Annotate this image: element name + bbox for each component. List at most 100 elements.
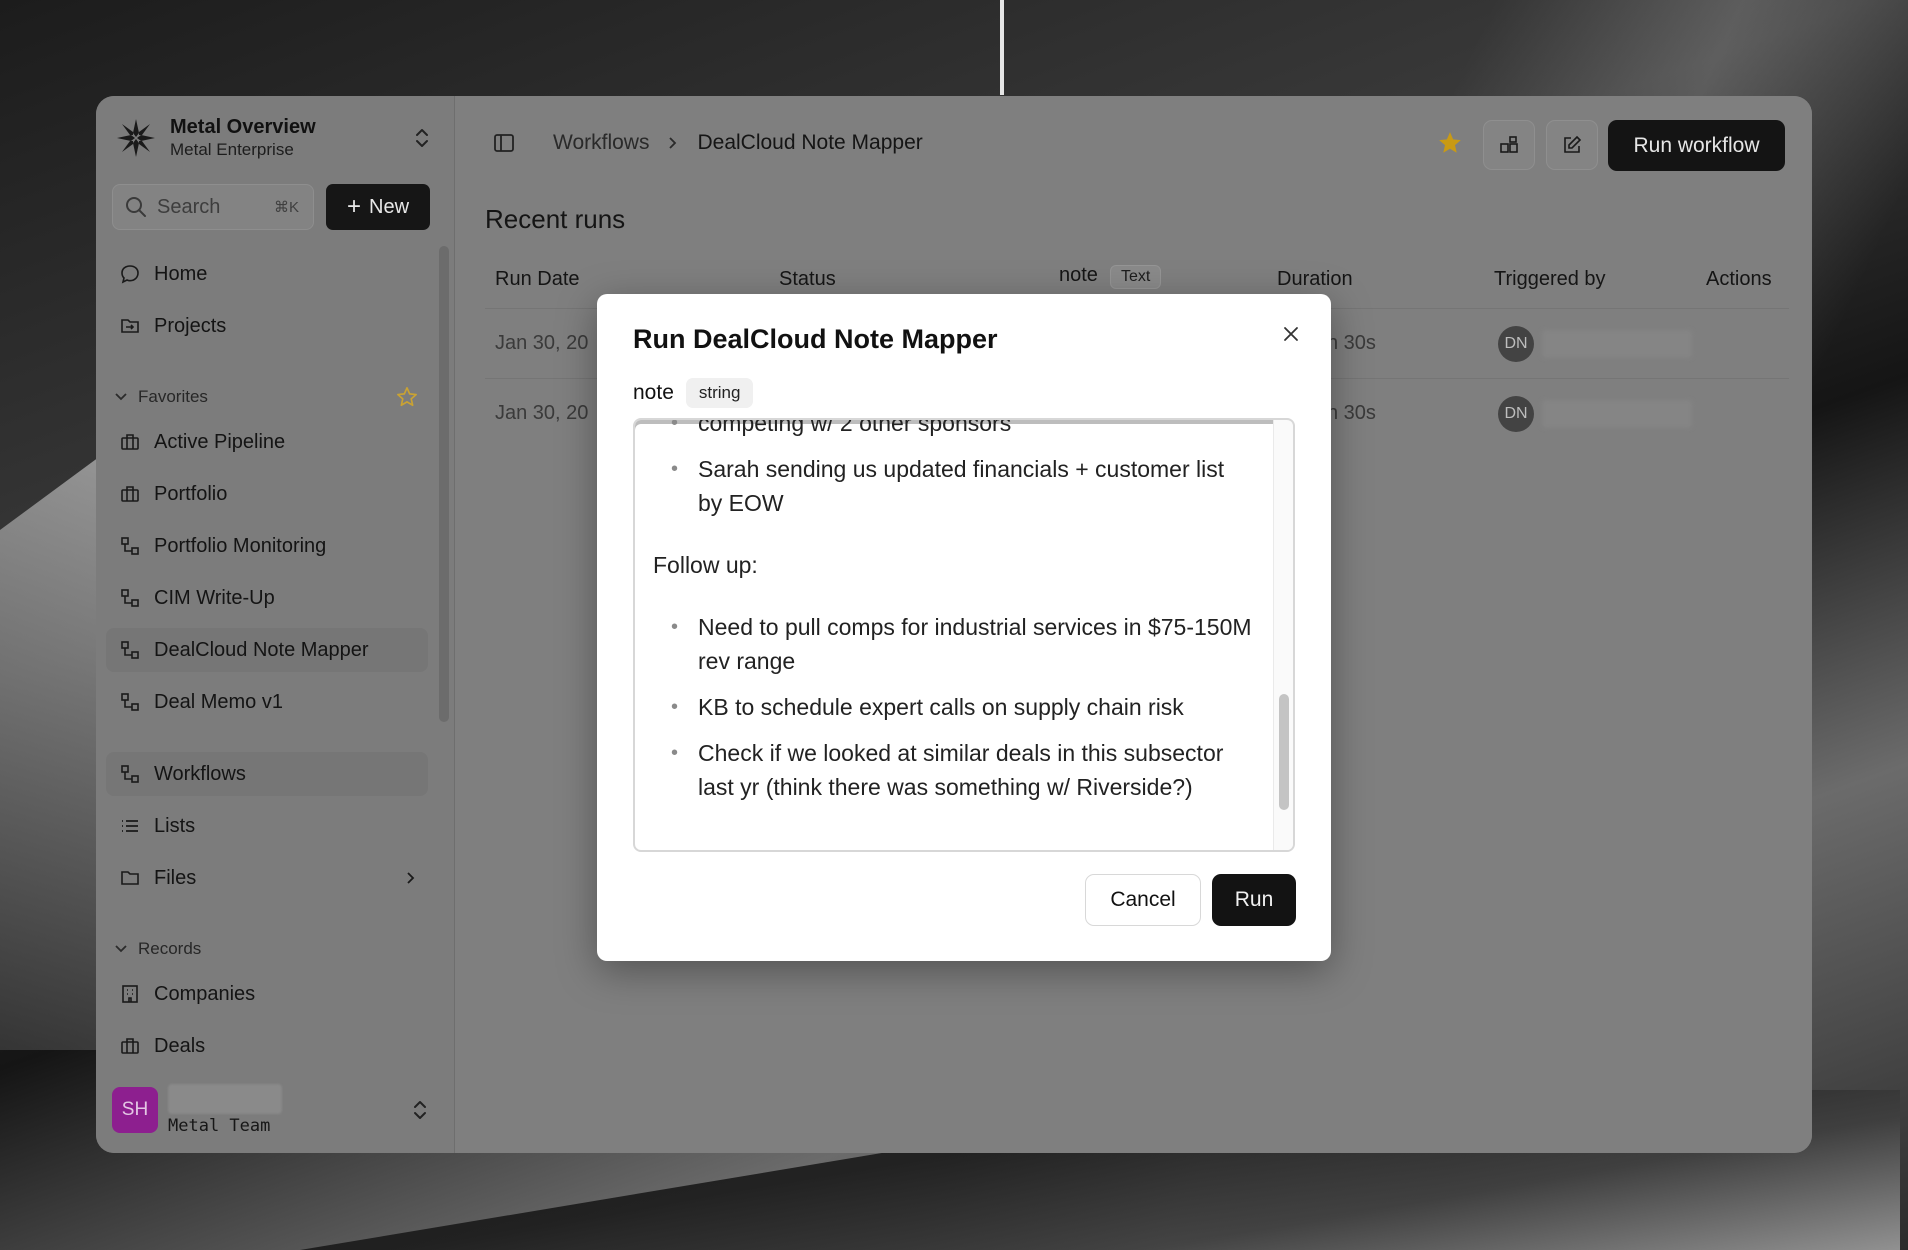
run-date-cell: Jan 30, 20 <box>495 402 589 424</box>
favorites-section-header[interactable]: Favorites <box>114 386 418 408</box>
list-item: Need to pull comps for industrial servic… <box>653 610 1253 678</box>
org-switcher[interactable]: Metal Overview Metal Enterprise <box>114 112 434 164</box>
col-note[interactable]: note Text <box>1059 264 1162 289</box>
col-note-type-badge: Text <box>1109 265 1162 289</box>
run-workflow-button[interactable]: Run workflow <box>1608 120 1785 171</box>
plus-icon: + <box>346 193 361 220</box>
pencil-square-icon <box>1564 135 1582 153</box>
col-status[interactable]: Status <box>779 268 836 291</box>
textarea-scrollbar-thumb[interactable] <box>1279 694 1289 810</box>
sidebar-item-active-pipeline[interactable]: Active Pipeline <box>106 420 428 464</box>
cancel-button[interactable]: Cancel <box>1085 874 1201 926</box>
widget-icon <box>1500 136 1518 153</box>
run-button[interactable]: Run <box>1212 874 1296 926</box>
folder-arrow-icon <box>120 316 140 336</box>
avatar: DN <box>1498 396 1534 432</box>
sidebar-item-portfolio[interactable]: Portfolio <box>106 472 428 516</box>
col-duration[interactable]: Duration <box>1277 268 1353 291</box>
edit-button[interactable] <box>1546 120 1598 170</box>
sidebar-item-label: Lists <box>154 814 196 837</box>
star-filled-icon[interactable] <box>1437 130 1463 161</box>
sidebar-item-workflows[interactable]: Workflows <box>106 752 428 796</box>
sidebar-item-label: Deals <box>154 1034 206 1057</box>
sidebar-item-deals[interactable]: Deals <box>106 1024 428 1068</box>
sidebar-item-label: Projects <box>154 314 227 337</box>
new-button-label: New <box>369 195 410 218</box>
share-button[interactable] <box>1483 120 1535 170</box>
breadcrumb: Workflows DealCloud Note Mapper <box>553 128 923 158</box>
breadcrumb-current: DealCloud Note Mapper <box>697 131 923 154</box>
sidebar-item-projects[interactable]: Projects <box>106 304 428 348</box>
workflow-icon <box>120 536 140 556</box>
col-triggered-by[interactable]: Triggered by <box>1494 268 1606 291</box>
breadcrumb-workflows[interactable]: Workflows <box>553 131 649 155</box>
chat-bubble-icon <box>120 264 140 284</box>
sidebar-item-label: Home <box>154 262 208 285</box>
note-textarea[interactable]: competing w/ 2 other sponsors Sarah send… <box>633 418 1295 852</box>
sidebar-item-label: Companies <box>154 982 256 1005</box>
chevron-right-icon <box>669 137 677 149</box>
search-icon <box>126 197 146 217</box>
briefcase-icon <box>120 1036 140 1056</box>
triggered-by-name-redacted <box>1542 400 1692 428</box>
search-label: Search <box>157 195 221 218</box>
sidebar-item-label: Active Pipeline <box>154 430 286 453</box>
chevron-down-icon <box>115 945 127 953</box>
user-team: Metal Team <box>168 1116 271 1136</box>
metal-logo-icon <box>114 116 158 160</box>
sidebar-item-portfolio-monitoring[interactable]: Portfolio Monitoring <box>106 524 428 568</box>
close-icon[interactable] <box>1277 320 1305 348</box>
list-item: KB to schedule expert calls on supply ch… <box>653 690 1253 724</box>
triggered-by-name-redacted <box>1542 330 1692 358</box>
sidebar-item-label: Workflows <box>154 762 246 785</box>
list-item: Check if we looked at similar deals in t… <box>653 736 1253 804</box>
star-outline-icon[interactable] <box>396 386 418 408</box>
sidebar-scrollbar[interactable] <box>439 246 449 722</box>
sidebar-item-label: Portfolio <box>154 482 228 505</box>
user-name-redacted <box>168 1084 282 1114</box>
list-item: competing w/ 2 other sponsors <box>653 420 1253 440</box>
records-label: Records <box>138 939 202 958</box>
chevron-down-icon <box>115 393 127 401</box>
favorites-label: Favorites <box>138 387 208 406</box>
search-input[interactable]: Search ⌘K <box>112 184 314 230</box>
sidebar-item-label: Files <box>154 866 197 889</box>
sidebar-toggle-icon[interactable] <box>493 132 515 159</box>
col-note-label: note <box>1059 264 1098 286</box>
field-name: note <box>633 381 674 404</box>
new-button[interactable]: + New <box>326 184 430 230</box>
chevron-up-down-icon[interactable] <box>410 124 434 152</box>
dialog-title: Run DealCloud Note Mapper <box>633 324 998 354</box>
building-icon <box>120 984 140 1004</box>
sidebar-item-dealcloud-note-mapper[interactable]: DealCloud Note Mapper <box>106 628 428 672</box>
list-icon <box>120 816 140 836</box>
run-date-cell: Jan 30, 20 <box>495 332 589 354</box>
sidebar-item-files[interactable]: Files <box>106 856 428 900</box>
sidebar-item-cim-write-up[interactable]: CIM Write-Up <box>106 576 428 620</box>
sidebar-item-label: DealCloud Note Mapper <box>154 638 369 661</box>
duration-cell: n 30s <box>1327 402 1376 424</box>
chevron-right-icon[interactable] <box>404 871 418 885</box>
workflow-icon <box>120 764 140 784</box>
follow-up-heading: Follow up: <box>653 552 758 578</box>
records-section-header[interactable]: Records <box>114 939 418 959</box>
sidebar-item-home[interactable]: Home <box>106 252 428 296</box>
field-label: note string <box>633 378 754 408</box>
sidebar-item-lists[interactable]: Lists <box>106 804 428 848</box>
list-item: Sarah sending us updated financials + cu… <box>653 452 1253 520</box>
sidebar-item-label: Portfolio Monitoring <box>154 534 327 557</box>
workflow-icon <box>120 692 140 712</box>
sidebar: Metal Overview Metal Enterprise Search ⌘… <box>96 96 455 1153</box>
user-switcher[interactable]: SH Metal Team <box>112 1084 432 1136</box>
duration-cell: n 30s <box>1327 332 1376 354</box>
briefcase-icon <box>120 484 140 504</box>
col-run-date[interactable]: Run Date <box>495 268 580 291</box>
org-subtitle: Metal Enterprise <box>170 140 294 159</box>
avatar: SH <box>112 1087 158 1133</box>
sidebar-item-companies[interactable]: Companies <box>106 972 428 1016</box>
avatar: DN <box>1498 326 1534 362</box>
note-content: competing w/ 2 other sponsors Sarah send… <box>653 420 1253 816</box>
chevron-up-down-icon[interactable] <box>408 1096 432 1124</box>
sidebar-item-deal-memo-v1[interactable]: Deal Memo v1 <box>106 680 428 724</box>
workflow-icon <box>120 640 140 660</box>
